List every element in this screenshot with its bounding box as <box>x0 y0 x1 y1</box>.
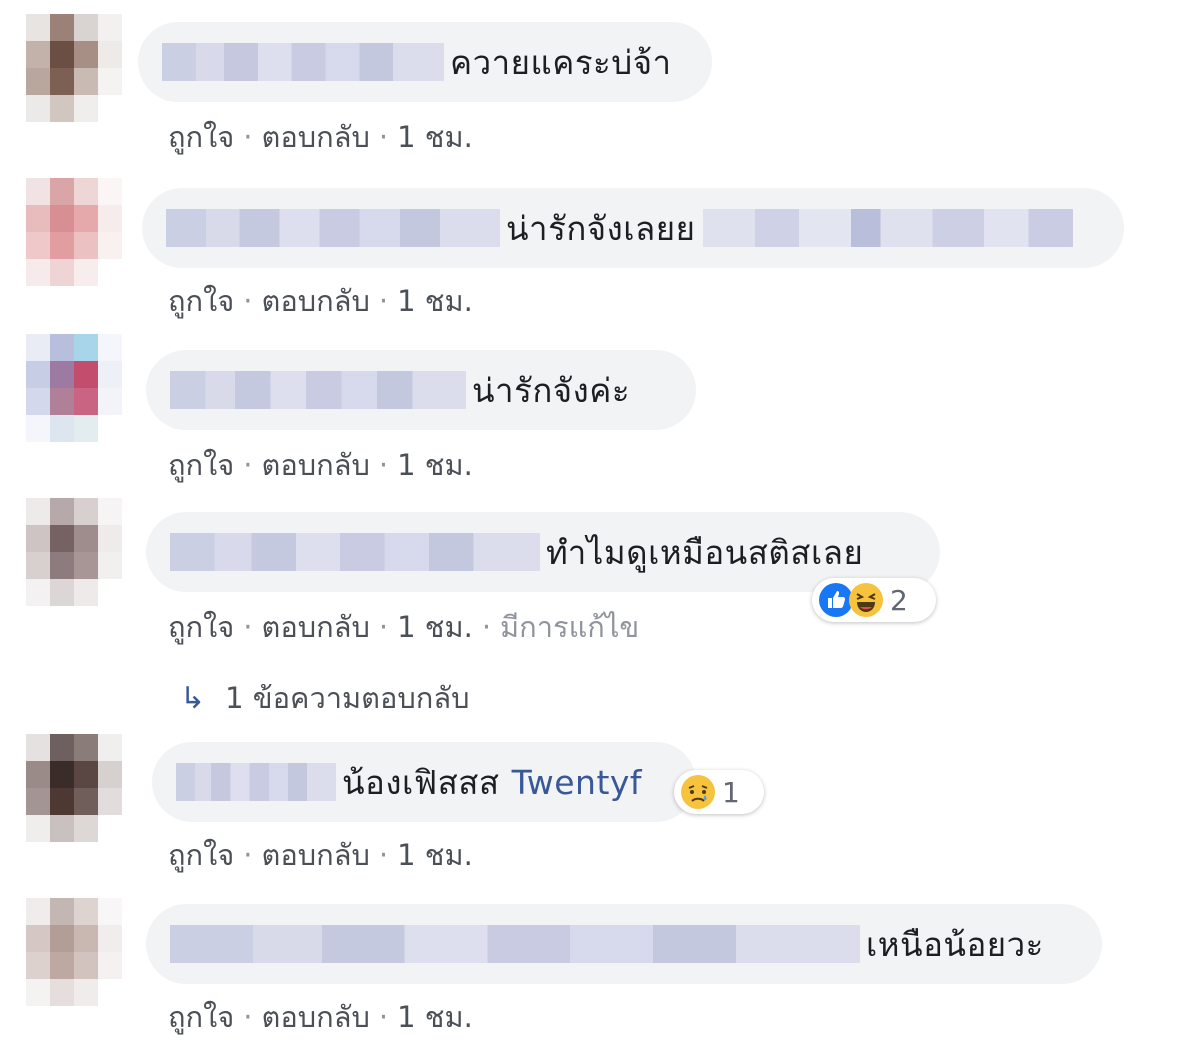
comment-actions: ถูกใจ · ตอบกลับ · 1 ชม. <box>168 994 473 1040</box>
like-link[interactable]: ถูกใจ <box>168 610 234 644</box>
separator: · <box>243 1000 253 1034</box>
avatar[interactable] <box>26 334 122 442</box>
comment-text: น้องเฟิสสส <box>342 762 500 802</box>
comment-actions: ถูกใจ · ตอบกลับ · 1 ชม. <box>168 442 473 488</box>
author-name-blurred[interactable] <box>166 209 500 247</box>
timestamp[interactable]: 1 ชม. <box>397 838 473 872</box>
separator: · <box>243 284 253 318</box>
timestamp[interactable]: 1 ชม. <box>397 448 473 482</box>
comment-actions: ถูกใจ · ตอบกลับ · 1 ชม. <box>168 832 473 878</box>
comment-text: น่ารักจังค่ะ <box>472 370 631 410</box>
comment-text: เหนือน้อยวะ <box>866 924 1044 964</box>
comment-text: ทำไมดูเหมือนสติสเลย <box>546 532 864 572</box>
separator: · <box>378 120 389 154</box>
avatar[interactable] <box>26 178 122 286</box>
author-name-blurred[interactable] <box>170 371 466 409</box>
comment-bubble: เหนือน้อยวะ <box>146 904 1102 984</box>
separator: · <box>378 448 389 482</box>
reaction-count: 2 <box>890 583 908 617</box>
separator: · <box>481 610 492 644</box>
reply-link[interactable]: ตอบกลับ <box>262 1000 370 1034</box>
separator: · <box>378 1000 389 1034</box>
comment-text: ควายแคระบ่จ้า <box>450 42 672 82</box>
like-link[interactable]: ถูกใจ <box>168 838 234 872</box>
reactions-badge[interactable]: 1 <box>674 770 764 814</box>
comment-actions: ถูกใจ · ตอบกลับ · 1 ชม. · มีการแก้ไข <box>168 604 639 650</box>
comment-actions: ถูกใจ · ตอบกลับ · 1 ชม. <box>168 278 473 324</box>
separator: · <box>378 838 389 872</box>
timestamp[interactable]: 1 ชม. <box>397 610 473 644</box>
author-name-blurred[interactable] <box>176 763 336 801</box>
reply-link[interactable]: ตอบกลับ <box>262 610 370 644</box>
separator: · <box>243 448 253 482</box>
timestamp[interactable]: 1 ชม. <box>397 1000 473 1034</box>
mention-link[interactable]: Twentyf <box>512 763 643 802</box>
like-link[interactable]: ถูกใจ <box>168 448 234 482</box>
avatar[interactable] <box>26 898 122 1006</box>
haha-icon <box>849 583 883 617</box>
reply-link[interactable]: ตอบกลับ <box>262 838 370 872</box>
replies-count-label: 1 ข้อความตอบกลับ <box>225 681 470 715</box>
author-name-blurred[interactable] <box>170 925 860 963</box>
comment-bubble: น่ารักจังค่ะ <box>146 350 696 430</box>
like-link[interactable]: ถูกใจ <box>168 284 234 318</box>
reply-arrow-icon: ↳ <box>180 680 206 716</box>
separator: · <box>378 284 389 318</box>
like-link[interactable]: ถูกใจ <box>168 120 234 154</box>
sad-icon <box>681 775 715 809</box>
view-replies-link[interactable]: ↳ 1 ข้อความตอบกลับ <box>180 675 470 721</box>
blurred-tag[interactable] <box>703 209 1074 247</box>
reply-link[interactable]: ตอบกลับ <box>262 284 370 318</box>
reactions-badge[interactable]: 2 <box>812 578 936 622</box>
like-link[interactable]: ถูกใจ <box>168 1000 234 1034</box>
comment-actions: ถูกใจ · ตอบกลับ · 1 ชม. <box>168 114 473 160</box>
comment-bubble: ควายแคระบ่จ้า <box>138 22 712 102</box>
reply-link[interactable]: ตอบกลับ <box>262 448 370 482</box>
timestamp[interactable]: 1 ชม. <box>397 120 473 154</box>
author-name-blurred[interactable] <box>170 533 540 571</box>
separator: · <box>243 610 253 644</box>
timestamp[interactable]: 1 ชม. <box>397 284 473 318</box>
avatar[interactable] <box>26 734 122 842</box>
comment-bubble: น้องเฟิสสส Twentyf <box>152 742 696 822</box>
comment-text: น่ารักจังเลยย <box>506 208 696 248</box>
separator: · <box>243 838 253 872</box>
avatar[interactable] <box>26 498 122 606</box>
separator: · <box>378 610 389 644</box>
author-name-blurred[interactable] <box>162 43 444 81</box>
edited-label[interactable]: มีการแก้ไข <box>500 610 639 644</box>
comment-bubble: น่ารักจังเลยย <box>142 188 1124 268</box>
comment-bubble: ทำไมดูเหมือนสติสเลย <box>146 512 940 592</box>
separator: · <box>243 120 253 154</box>
reply-link[interactable]: ตอบกลับ <box>262 120 370 154</box>
reaction-count: 1 <box>722 775 740 809</box>
avatar[interactable] <box>26 14 122 122</box>
